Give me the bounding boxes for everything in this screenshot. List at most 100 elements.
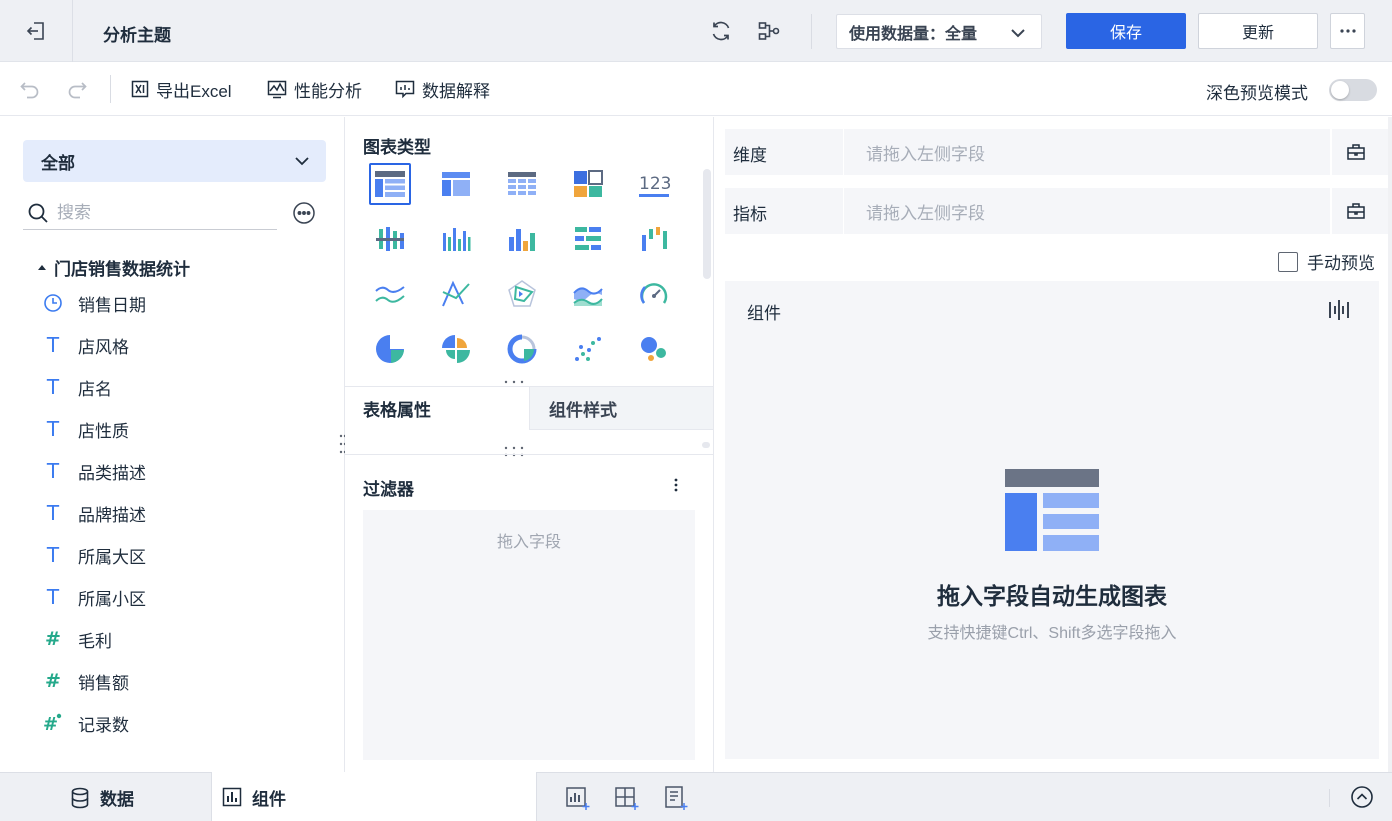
field-item[interactable]: T 品类描述 — [42, 456, 146, 486]
metric-drop-zone[interactable]: 请拖入左侧字段 — [843, 188, 1329, 234]
search-input[interactable] — [57, 203, 257, 223]
metric-settings-button[interactable] — [1330, 188, 1380, 234]
chart-type-radar-line[interactable] — [435, 273, 477, 315]
chart-config-panel: 图表类型 123 表格属性 组件样式 过滤器 拖入字段 — [345, 117, 714, 772]
filter-title: 过滤器 — [363, 480, 414, 499]
canvas-panel: 维度 请拖入左侧字段 指标 请拖入左侧字段 手动预览 组件 拖入字段自动生成图表 — [714, 117, 1392, 772]
chart-type-horizontal-bar[interactable] — [567, 218, 609, 260]
field-item[interactable]: T 店名 — [42, 372, 112, 402]
chart-type-gauge[interactable] — [633, 273, 675, 315]
dimension-shelf: 维度 请拖入左侧字段 — [725, 129, 1392, 175]
export-excel-button[interactable]: 导出Excel — [130, 77, 232, 101]
more-button[interactable] — [1330, 13, 1365, 49]
field-group-label: 门店销售数据统计 — [54, 260, 190, 279]
chart-type-area[interactable] — [567, 273, 609, 315]
chart-type-bubble[interactable] — [633, 328, 675, 370]
chart-type-rose[interactable] — [435, 328, 477, 370]
field-item[interactable]: T 店风格 — [42, 330, 129, 360]
data-explain-button[interactable]: 数据解释 — [394, 77, 490, 101]
chart-type-bar[interactable] — [501, 218, 543, 260]
filter-more-button[interactable] — [667, 475, 685, 495]
field-item[interactable]: T 店性质 — [42, 414, 129, 444]
chart-layout-icon[interactable] — [1327, 299, 1351, 321]
text-type-icon: T — [46, 375, 60, 399]
chart-type-line[interactable] — [369, 273, 411, 315]
dimension-drop-zone[interactable]: 请拖入左侧字段 — [843, 129, 1329, 175]
donut-chart-icon — [507, 334, 537, 364]
component-title: 组件 — [747, 304, 781, 323]
field-item[interactable]: 销售日期 — [42, 288, 146, 318]
chart-type-title: 图表类型 — [363, 138, 431, 157]
performance-icon — [267, 80, 287, 99]
redo-icon — [68, 82, 87, 99]
search-box — [23, 197, 277, 230]
add-component-button[interactable] — [565, 785, 591, 811]
collapse-up-icon[interactable] — [1350, 785, 1374, 809]
dimension-placeholder: 请拖入左侧字段 — [866, 144, 985, 164]
toolbar: 导出Excel 性能分析 数据解释 深色预览模式 — [0, 62, 1392, 116]
field-label: 品类描述 — [78, 463, 146, 483]
performance-analysis-button[interactable]: 性能分析 — [266, 77, 362, 101]
chart-type-scrollbar[interactable] — [703, 169, 711, 279]
chart-type-pie[interactable] — [369, 328, 411, 370]
manual-preview-checkbox[interactable]: 手动预览 — [1278, 249, 1375, 274]
add-filter-component-button[interactable] — [614, 785, 640, 811]
field-item[interactable]: T 品牌描述 — [42, 498, 146, 528]
field-item[interactable]: # 毛利 — [42, 624, 112, 654]
save-button[interactable]: 保存 — [1066, 13, 1186, 49]
refresh-button[interactable] — [709, 19, 733, 43]
chart-type-stacked-bar[interactable] — [369, 218, 411, 260]
checkbox-box — [1278, 251, 1298, 272]
redo-button[interactable] — [66, 78, 88, 100]
chart-type-waterfall[interactable] — [633, 218, 675, 260]
field-label: 店风格 — [78, 337, 129, 357]
field-label: 所属小区 — [78, 589, 146, 609]
undo-button[interactable] — [19, 78, 41, 100]
chart-type-grouped-bar[interactable] — [435, 218, 477, 260]
chart-type-donut[interactable] — [501, 328, 543, 370]
waterfall-icon — [642, 227, 667, 251]
exit-button[interactable] — [0, 0, 73, 62]
tab-component[interactable]: 组件 — [211, 772, 537, 821]
field-item[interactable]: # 销售额 — [42, 666, 129, 696]
lineage-button[interactable] — [757, 19, 781, 43]
card-chart-icon — [574, 170, 603, 197]
data-explain-label: 数据解释 — [422, 81, 490, 101]
chart-type-card[interactable] — [567, 163, 609, 205]
add-report-button[interactable] — [663, 785, 689, 811]
field-group-title[interactable]: 门店销售数据统计 — [37, 255, 190, 280]
chart-type-crosstab[interactable] — [435, 163, 477, 205]
dimension-settings-button[interactable] — [1330, 129, 1380, 175]
chart-type-table[interactable] — [369, 163, 411, 205]
field-label: 品牌描述 — [78, 505, 146, 525]
chart-type-radar[interactable] — [501, 273, 543, 315]
filter-drop-zone[interactable]: 拖入字段 — [363, 510, 695, 760]
dimension-label: 维度 — [733, 146, 767, 165]
gauge-icon — [640, 283, 668, 304]
tab-table-properties[interactable]: 表格属性 — [345, 387, 529, 430]
calculated-number-icon: # — [42, 712, 64, 734]
chart-type-detail-table[interactable] — [501, 163, 543, 205]
field-label: 毛利 — [78, 631, 112, 651]
text-type-icon: T — [46, 459, 60, 483]
more-options-icon[interactable] — [292, 201, 316, 225]
field-item[interactable]: T 所属大区 — [42, 540, 146, 570]
scope-select[interactable]: 全部 — [23, 140, 326, 182]
add-grid-icon — [615, 787, 639, 810]
text-type-icon: T — [46, 543, 60, 567]
property-scrollbar[interactable] — [702, 442, 710, 448]
data-usage-select[interactable]: 使用数据量：全量 — [836, 14, 1042, 49]
dark-preview-toggle[interactable] — [1329, 79, 1377, 101]
caret-down-icon — [38, 264, 46, 270]
chart-type-kpi[interactable]: 123 — [633, 163, 675, 205]
field-item[interactable]: # 记录数 — [42, 708, 129, 738]
component-canvas: 组件 拖入字段自动生成图表 支持快捷键Ctrl、Shift多选字段拖入 — [725, 281, 1379, 759]
tab-data[interactable]: 数据 — [70, 773, 134, 821]
toggle-knob — [1331, 81, 1349, 99]
performance-analysis-label: 性能分析 — [294, 81, 362, 101]
field-item[interactable]: T 所属小区 — [42, 582, 146, 612]
chart-type-scatter[interactable] — [567, 328, 609, 370]
tab-component-style[interactable]: 组件样式 — [529, 387, 713, 430]
update-button[interactable]: 更新 — [1198, 13, 1318, 49]
canvas-scrollbar[interactable] — [1388, 117, 1392, 772]
